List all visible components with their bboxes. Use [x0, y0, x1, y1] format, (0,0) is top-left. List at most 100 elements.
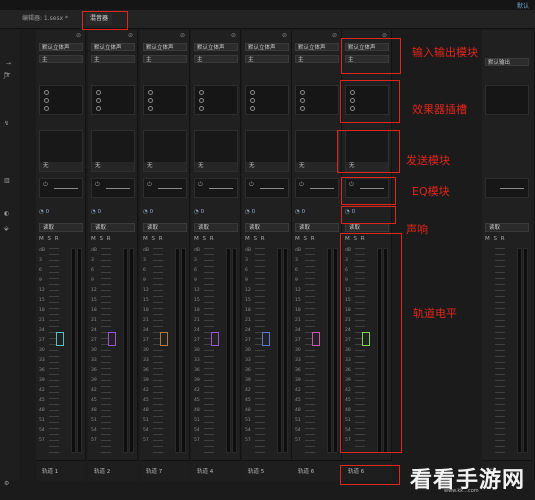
- volume-fader[interactable]: [160, 332, 168, 346]
- fx-slot-icon[interactable]: [300, 106, 305, 111]
- msr-buttons[interactable]: M S R: [91, 236, 135, 244]
- fx-slot-icon[interactable]: [44, 90, 49, 95]
- automation-select[interactable]: 读取: [245, 223, 289, 232]
- volume-fader[interactable]: [211, 332, 219, 346]
- fx-slot-icon[interactable]: [300, 90, 305, 95]
- fx-slot-icon[interactable]: [96, 90, 101, 95]
- fx-rack[interactable]: [194, 85, 238, 115]
- track-name[interactable]: 轨道 7: [146, 467, 162, 475]
- volume-knob[interactable]: ◔ 0: [245, 208, 289, 217]
- volume-knob[interactable]: ◔ 0: [39, 208, 83, 217]
- track-name[interactable]: 轨道 1: [42, 467, 58, 475]
- automation-select[interactable]: 读取: [345, 223, 389, 232]
- pin-icon[interactable]: ⊘: [76, 32, 81, 39]
- pin-icon[interactable]: ⊘: [231, 32, 236, 39]
- fx-slot-icon[interactable]: [199, 90, 204, 95]
- fx-rack[interactable]: [91, 85, 135, 115]
- fx-slot-icon[interactable]: [199, 98, 204, 103]
- fx-rack[interactable]: [295, 85, 339, 115]
- send-select[interactable]: 无: [144, 162, 186, 171]
- power-icon[interactable]: ⏻: [198, 181, 203, 189]
- send-select[interactable]: 无: [40, 162, 82, 171]
- fx-slot-icon[interactable]: [148, 98, 153, 103]
- track-name[interactable]: 轨道 4: [197, 467, 213, 475]
- pin-icon[interactable]: ⊘: [332, 32, 337, 39]
- input-select[interactable]: 默认立体声: [245, 43, 289, 51]
- power-icon[interactable]: ⏻: [299, 181, 304, 189]
- automation-select[interactable]: 读取: [194, 223, 238, 232]
- fx-slot-icon[interactable]: [148, 90, 153, 95]
- fx-slot-icon[interactable]: [96, 106, 101, 111]
- eq-panel[interactable]: ⏻: [91, 178, 135, 198]
- fx-slot-icon[interactable]: [148, 106, 153, 111]
- volume-knob[interactable]: ◔ 0: [194, 208, 238, 217]
- fx-slot-icon[interactable]: [44, 106, 49, 111]
- send-panel[interactable]: 无: [39, 130, 83, 172]
- master-fx-rack[interactable]: [485, 85, 529, 115]
- send-panel[interactable]: 无: [194, 130, 238, 172]
- input-select[interactable]: 默认立体声: [39, 43, 83, 51]
- input-select[interactable]: 默认立体声: [91, 43, 135, 51]
- track-name[interactable]: 轨道 5: [248, 467, 264, 475]
- input-select[interactable]: 默认立体声: [143, 43, 187, 51]
- msr-buttons[interactable]: M S R: [39, 236, 83, 244]
- send-panel[interactable]: 无: [295, 130, 339, 172]
- input-select[interactable]: 默认立体声: [295, 43, 339, 51]
- volume-fader[interactable]: [56, 332, 64, 346]
- msr-buttons[interactable]: M S R: [245, 236, 289, 244]
- power-icon[interactable]: ⏻: [147, 181, 152, 189]
- master-automation-select[interactable]: 读取: [485, 223, 529, 232]
- fx-slot-icon[interactable]: [250, 98, 255, 103]
- fx-slot-icon[interactable]: [44, 98, 49, 103]
- msr-buttons[interactable]: M S R: [295, 236, 339, 244]
- fx-slot-icon[interactable]: [250, 106, 255, 111]
- track-name[interactable]: 轨道 6: [298, 467, 314, 475]
- output-select[interactable]: 主: [295, 55, 339, 63]
- send-panel[interactable]: 无: [245, 130, 289, 172]
- volume-knob[interactable]: ◔ 0: [295, 208, 339, 217]
- eq-panel[interactable]: ⏻: [295, 178, 339, 198]
- input-select[interactable]: 默认立体声: [194, 43, 238, 51]
- tab-editor[interactable]: 编辑器: 1.sesx *: [18, 13, 72, 25]
- power-icon[interactable]: ⏻: [95, 181, 100, 189]
- volume-fader[interactable]: [312, 332, 320, 346]
- send-select[interactable]: 无: [195, 162, 237, 171]
- send-select[interactable]: 无: [246, 162, 288, 171]
- fx-slot-icon[interactable]: [300, 98, 305, 103]
- output-select[interactable]: 主: [91, 55, 135, 63]
- send-panel[interactable]: 无: [143, 130, 187, 172]
- automation-select[interactable]: 读取: [39, 223, 83, 232]
- automation-select[interactable]: 读取: [91, 223, 135, 232]
- volume-knob[interactable]: ◔ 0: [91, 208, 135, 217]
- volume-knob[interactable]: ◔ 0: [143, 208, 187, 217]
- power-icon[interactable]: ⏻: [43, 181, 48, 189]
- fx-slot-icon[interactable]: [199, 106, 204, 111]
- eq-panel[interactable]: ⏻: [39, 178, 83, 198]
- volume-fader[interactable]: [108, 332, 116, 346]
- volume-fader[interactable]: [262, 332, 270, 346]
- fx-rack[interactable]: [39, 85, 83, 115]
- send-panel[interactable]: 无: [91, 130, 135, 172]
- eq-panel[interactable]: ⏻: [143, 178, 187, 198]
- automation-select[interactable]: 读取: [143, 223, 187, 232]
- output-select[interactable]: 主: [39, 55, 83, 63]
- msr-buttons[interactable]: M S R: [194, 236, 238, 244]
- output-select[interactable]: 主: [245, 55, 289, 63]
- settings-icon[interactable]: ⚙: [4, 480, 9, 487]
- master-msr-buttons[interactable]: M S R: [485, 236, 529, 244]
- eq-panel[interactable]: ⏻: [245, 178, 289, 198]
- fx-slot-icon[interactable]: [250, 90, 255, 95]
- fx-rack[interactable]: [143, 85, 187, 115]
- pin-icon[interactable]: ⊘: [180, 32, 185, 39]
- workspace-label[interactable]: 默认: [517, 1, 529, 10]
- send-select[interactable]: 无: [296, 162, 338, 171]
- eq-panel[interactable]: ⏻: [194, 178, 238, 198]
- send-select[interactable]: 无: [92, 162, 134, 171]
- output-select[interactable]: 主: [194, 55, 238, 63]
- output-select[interactable]: 主: [143, 55, 187, 63]
- pin-icon[interactable]: ⊘: [128, 32, 133, 39]
- power-icon[interactable]: ⏻: [249, 181, 254, 189]
- msr-buttons[interactable]: M S R: [143, 236, 187, 244]
- fx-slot-icon[interactable]: [96, 98, 101, 103]
- master-output-select[interactable]: 默认输出: [485, 58, 529, 66]
